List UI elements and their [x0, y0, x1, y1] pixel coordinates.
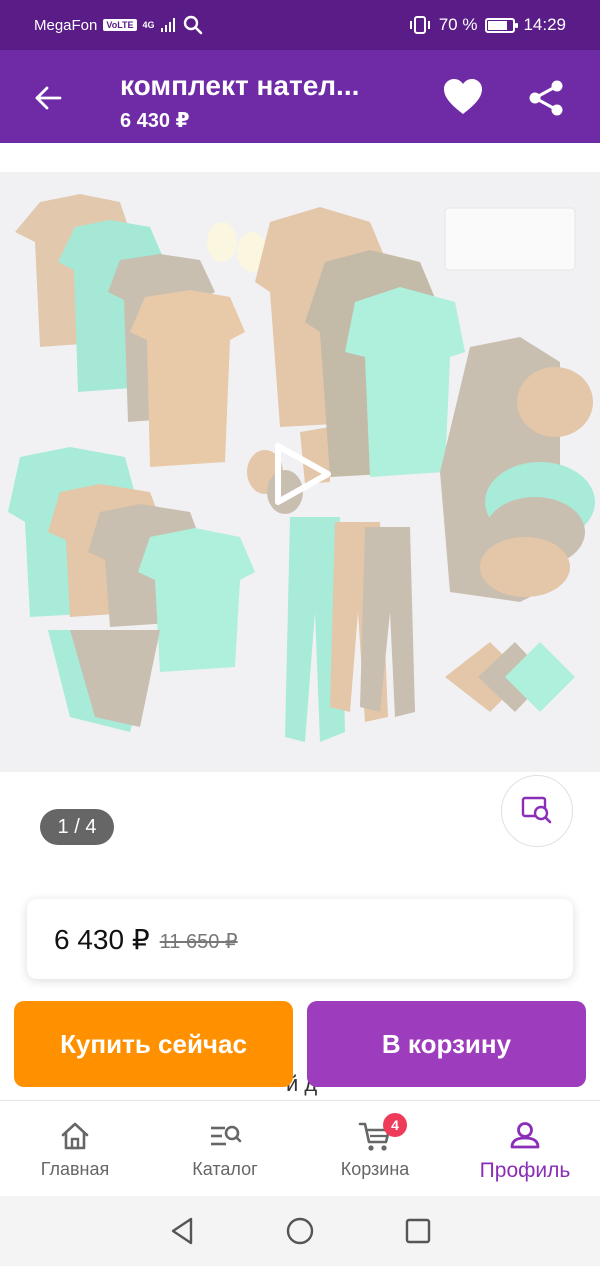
profile-icon: [510, 1122, 540, 1149]
battery-icon: [485, 17, 519, 33]
nav-profile-label: Профиль: [479, 1159, 571, 1182]
nav-catalog-label: Каталог: [192, 1159, 258, 1179]
recents-square-icon[interactable]: [403, 1216, 433, 1246]
clock: 14:29: [523, 15, 566, 34]
home-icon: [61, 1122, 89, 1150]
cart-count-badge: 4: [383, 1113, 407, 1137]
favorite-button[interactable]: [442, 78, 484, 116]
nav-cart[interactable]: 4 Корзина: [300, 1101, 450, 1196]
heart-icon: [444, 79, 482, 114]
current-price: 6 430 ₽: [54, 923, 150, 955]
share-button[interactable]: [526, 78, 566, 118]
volte-badge: VoLTE: [103, 19, 137, 31]
product-title: комплект нател...: [120, 70, 360, 101]
visual-search-icon: [521, 796, 552, 824]
home-circle-icon[interactable]: [285, 1216, 315, 1246]
nav-home-label: Главная: [40, 1159, 110, 1179]
visual-search-button[interactable]: [501, 775, 573, 847]
nav-cart-label: Корзина: [340, 1159, 410, 1179]
nav-catalog[interactable]: Каталог: [150, 1101, 300, 1196]
product-header: комплект нател... 6 430 ₽: [0, 50, 600, 143]
add-to-cart-button[interactable]: В корзину: [307, 1001, 586, 1087]
catalog-search-icon: [211, 1125, 242, 1146]
share-icon: [529, 80, 563, 116]
back-arrow-icon: [35, 86, 62, 110]
gallery-counter: 1 / 4: [40, 809, 114, 845]
search-icon: [183, 15, 202, 35]
battery-percent: 70 %: [438, 15, 478, 34]
back-triangle-icon[interactable]: [167, 1216, 197, 1246]
status-bar: MegaFon VoLTE 4G 70 % 14:29: [0, 0, 600, 50]
signal-icon: [160, 18, 175, 32]
bottom-navigation: Главная Каталог 4 Корзина Профиль: [0, 1100, 600, 1196]
header-price: 6 430 ₽: [120, 110, 190, 132]
nav-profile[interactable]: Профиль: [450, 1101, 600, 1196]
back-button[interactable]: [28, 78, 68, 118]
play-video-icon[interactable]: [272, 442, 332, 506]
nav-home[interactable]: Главная: [0, 1101, 150, 1196]
vibrate-icon: [409, 16, 430, 34]
network-type: 4G: [142, 19, 155, 30]
carrier-name: MegaFon: [34, 16, 98, 34]
price-card: 6 430 ₽ 11 650 ₽: [27, 899, 573, 979]
buy-now-button[interactable]: Купить сейчас: [14, 1001, 293, 1087]
old-price: 11 650 ₽: [159, 930, 238, 953]
system-navigation-bar: [0, 1196, 600, 1266]
